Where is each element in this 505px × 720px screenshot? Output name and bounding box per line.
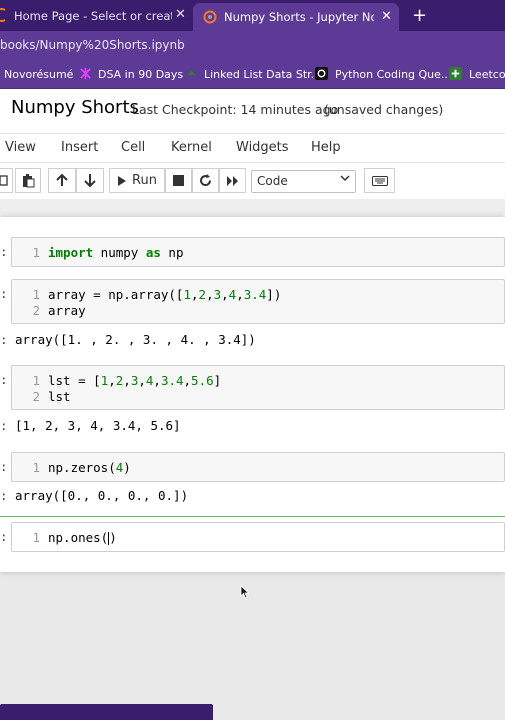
arrow-up-icon [56,174,68,186]
cell-output: array([0., 0., 0., 0.]) [15,488,189,503]
output-prompt: : [0,488,8,503]
line-number: 1 [32,530,40,545]
cell-type-value: Code [257,174,288,188]
menu-kernel[interactable]: Kernel [171,140,212,155]
output-prompt: : [0,418,8,433]
keyboard-icon [371,175,388,186]
cell-type-select[interactable]: Code [251,170,356,193]
tab-title: Home Page - Select or create a n [14,8,172,23]
code-line[interactable]: lst [48,389,71,404]
leetcode-bookmark-icon [449,67,462,80]
q-bookmark-icon [315,67,328,80]
move-up-button[interactable] [48,168,76,193]
restart-run-all-button[interactable] [219,168,246,193]
unsaved-status: (unsaved changes) [324,102,444,117]
menu-help[interactable]: Help [311,140,341,155]
bookmark-python-coding[interactable]: Python Coding Que... [335,68,451,81]
browser-tab-bar: Home Page - Select or create a n ✕ Numpy… [0,0,505,31]
cell-output: [1, 2, 3, 4, 3.4, 5.6] [15,418,181,433]
notebook-header: Numpy Shorts Last Checkpoint: 14 minutes… [0,89,505,133]
active-code-cell[interactable]: 1 np.ones() [11,522,505,552]
jupyter-favicon-icon [0,8,6,22]
code-line[interactable]: array = np.array([1,2,3,4,3.4]) [48,287,281,302]
close-tab-icon[interactable]: ✕ [175,7,186,22]
tab-home-page[interactable]: Home Page - Select or create a n ✕ [0,0,193,31]
code-cell[interactable]: 1 import numpy as np [11,237,505,267]
code-cell[interactable]: 1 np.zeros(4) [11,452,505,482]
input-prompt: : [0,244,8,259]
notebook-title[interactable]: Numpy Shorts [11,97,139,118]
copy-icon [0,174,8,186]
code-line[interactable]: import numpy as np [48,245,183,260]
menu-view[interactable]: View [5,140,36,155]
run-button[interactable]: Run [109,168,165,193]
input-prompt: : [0,372,8,387]
text-cursor [108,532,110,545]
command-palette-button[interactable] [364,168,395,193]
code-cell[interactable]: 1 array = np.array([1,2,3,4,3.4]) 2 arra… [11,279,505,324]
checkpoint-status: Last Checkpoint: 14 minutes ago [132,102,339,117]
active-cell-indicator [0,516,505,517]
stop-icon [173,175,184,186]
run-label: Run [132,173,157,188]
menu-cell[interactable]: Cell [121,140,145,155]
interrupt-button[interactable] [165,168,192,193]
menu-insert[interactable]: Insert [61,140,98,155]
bookmark-leetcode[interactable]: Leetcod [469,68,505,81]
input-prompt: : [0,529,8,544]
code-line[interactable]: np.zeros(4) [48,460,131,475]
address-bar[interactable]: books/Numpy%20Shorts.ipynb [0,31,505,62]
move-down-button[interactable] [76,168,104,193]
code-line[interactable]: lst = [1,2,3,4,3.4,5.6] [48,373,221,388]
notebook-container: : 1 import numpy as np : 1 array = np.ar… [0,217,505,572]
line-number: 1 [32,287,40,302]
menu-bar: View Insert Cell Kernel Widgets Help [0,133,505,163]
bookmark-novoresume[interactable]: Novorésumé [4,68,73,81]
copy-button[interactable] [0,168,13,193]
bookmarks-bar: Novorésumé DSA in 90 Days Linked List Da… [0,62,505,89]
line-number: 2 [32,303,40,318]
code-cell[interactable]: 1 lst = [1,2,3,4,3.4,5.6] 2 lst [11,365,505,410]
tab-title: Numpy Shorts - Jupyter Noteboo [224,10,374,24]
line-number: 1 [32,373,40,388]
notebook-toolbar: Run Code [0,163,505,199]
cell-output: array([1. , 2. , 3. , 4. , 3.4]) [15,332,256,347]
new-tab-button[interactable]: + [412,5,427,26]
linked-list-bookmark-icon [186,70,197,76]
code-line[interactable]: array [48,303,86,318]
tab-numpy-shorts[interactable]: Numpy Shorts - Jupyter Noteboo ✕ [193,3,399,31]
restart-button[interactable] [192,168,219,193]
menu-widgets[interactable]: Widgets [236,140,289,155]
output-prompt: : [0,332,8,347]
paste-button[interactable] [15,168,41,193]
dsa-bookmark-icon [80,67,91,80]
bookmark-linked-list[interactable]: Linked List Data Str... [204,68,321,81]
url-text[interactable]: books/Numpy%20Shorts.ipynb [0,38,185,52]
line-number: 1 [32,460,40,475]
fast-forward-icon [227,175,238,186]
jupyter-favicon-icon [203,10,217,24]
mouse-cursor-icon [240,585,250,599]
line-number: 2 [32,389,40,404]
line-number: 1 [32,245,40,260]
code-line[interactable]: np.ones() [48,530,117,545]
close-tab-icon[interactable]: ✕ [381,9,392,24]
arrow-down-icon [84,174,96,187]
bookmark-dsa-in-90-days[interactable]: DSA in 90 Days [98,68,183,81]
input-prompt: : [0,459,8,474]
paste-icon [22,173,34,187]
toolbar-gap [0,199,505,217]
chevron-down-icon [340,174,350,185]
play-icon [118,175,127,186]
input-prompt: : [0,286,8,301]
restart-icon [200,174,212,187]
taskbar-strip [0,704,213,720]
